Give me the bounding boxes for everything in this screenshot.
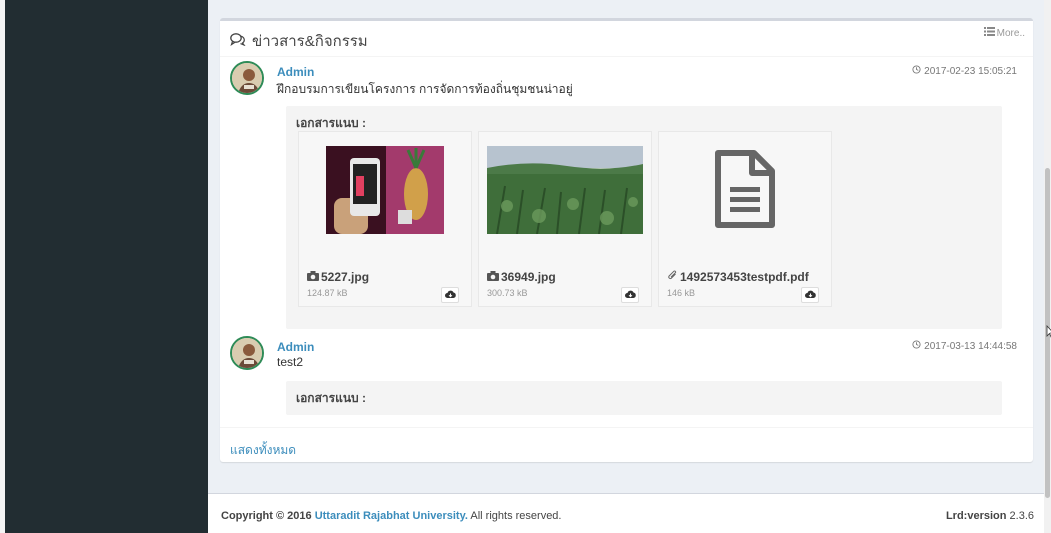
post-author[interactable]: Admin bbox=[277, 340, 314, 354]
attachment-item[interactable]: 5227.jpg 124.87 kB bbox=[298, 131, 472, 307]
show-all-link[interactable]: แสดงทั้งหมด bbox=[230, 441, 296, 460]
box-header: ข่าวสาร&กิจกรรม More.. bbox=[220, 21, 1033, 57]
post-date: 2017-03-13 14:44:58 bbox=[912, 340, 1017, 352]
cloud-download-icon bbox=[804, 288, 816, 302]
mouse-cursor-icon bbox=[1046, 324, 1051, 342]
version: Lrd:version 2.3.6 bbox=[946, 510, 1034, 522]
attachment-name[interactable]: 36949.jpg bbox=[487, 270, 556, 284]
paperclip-icon bbox=[667, 270, 678, 284]
attachments-panel: เอกสารแนบ : bbox=[286, 106, 1002, 329]
box-title-text: ข่าวสาร&กิจกรรม bbox=[252, 33, 368, 50]
post-text: ฝึกอบรมการเขียนโครงการ การจัดการท้องถิ่น… bbox=[277, 82, 573, 96]
download-button[interactable] bbox=[441, 287, 459, 303]
org-link[interactable]: Uttaradit Rajabhat University. bbox=[315, 510, 468, 522]
attachment-item[interactable]: 1492573453testpdf.pdf 146 kB bbox=[658, 131, 832, 307]
sidebar bbox=[5, 0, 208, 533]
download-button[interactable] bbox=[621, 287, 639, 303]
page-footer: Copyright © 2016 Uttaradit Rajabhat Univ… bbox=[208, 493, 1044, 533]
attachment-thumbnail[interactable] bbox=[667, 140, 823, 240]
rights-text: All rights reserved. bbox=[470, 510, 562, 522]
file-text-icon bbox=[714, 149, 776, 232]
attachment-size: 124.87 kB bbox=[307, 288, 348, 298]
download-button[interactable] bbox=[801, 287, 819, 303]
attachments-title: เอกสารแนบ : bbox=[296, 391, 366, 405]
copyright-prefix: Copyright © 2016 bbox=[221, 510, 312, 522]
post-date-text: 2017-03-13 14:44:58 bbox=[924, 340, 1017, 352]
box-title: ข่าวสาร&กิจกรรม bbox=[230, 29, 368, 53]
attachment-size: 300.73 kB bbox=[487, 288, 528, 298]
attachment-thumbnail[interactable] bbox=[487, 140, 643, 240]
post-date: 2017-02-23 15:05:21 bbox=[912, 65, 1017, 77]
attachment-name-text: 5227.jpg bbox=[321, 270, 370, 284]
clock-icon bbox=[912, 340, 921, 352]
post-text: test2 bbox=[277, 355, 304, 369]
copyright: Copyright © 2016 Uttaradit Rajabhat Univ… bbox=[221, 510, 561, 522]
post-author[interactable]: Admin bbox=[277, 65, 314, 79]
more-link[interactable]: More.. bbox=[983, 27, 1025, 39]
divider bbox=[220, 427, 1033, 428]
attachment-name-text: 36949.jpg bbox=[501, 270, 556, 284]
list-icon bbox=[983, 27, 995, 39]
cloud-download-icon bbox=[624, 288, 636, 302]
attachment-name[interactable]: 5227.jpg bbox=[307, 270, 369, 284]
comments-icon bbox=[230, 32, 246, 50]
attachment-name[interactable]: 1492573453testpdf.pdf bbox=[667, 270, 809, 284]
cloud-download-icon bbox=[444, 288, 456, 302]
camera-icon bbox=[487, 270, 499, 284]
avatar bbox=[230, 61, 264, 95]
attachment-size: 146 kB bbox=[667, 288, 696, 298]
version-value: 2.3.6 bbox=[1009, 510, 1034, 522]
attachment-name-text: 1492573453testpdf.pdf bbox=[680, 270, 809, 284]
main-content: ข่าวสาร&กิจกรรม More.. Admin ฝึกอบรมการเ… bbox=[208, 0, 1044, 533]
attachment-thumbnail[interactable] bbox=[307, 140, 463, 240]
news-box: ข่าวสาร&กิจกรรม More.. Admin ฝึกอบรมการเ… bbox=[220, 18, 1033, 462]
avatar bbox=[230, 336, 264, 370]
post-date-text: 2017-02-23 15:05:21 bbox=[924, 65, 1017, 77]
attachments-panel: เอกสารแนบ : bbox=[286, 381, 1002, 415]
camera-icon bbox=[307, 270, 319, 284]
clock-icon bbox=[912, 65, 921, 77]
scrollbar[interactable] bbox=[1044, 0, 1051, 533]
attachment-item[interactable]: 36949.jpg 300.73 kB bbox=[478, 131, 652, 307]
version-label: Lrd:version bbox=[945, 510, 1007, 522]
more-label: More.. bbox=[996, 27, 1025, 39]
